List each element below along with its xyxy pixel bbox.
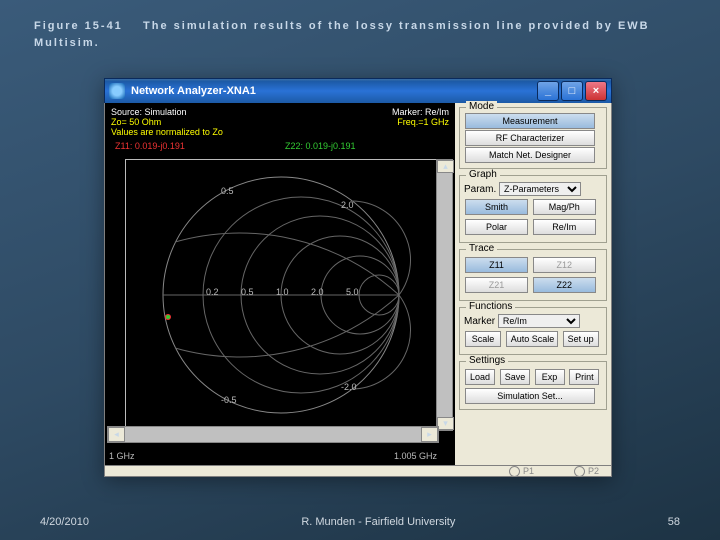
- rf-characterizer-button[interactable]: RF Characterizer: [465, 130, 595, 146]
- marker-label: Marker: [464, 316, 495, 327]
- z22-readout: Z22: 0.019-j0.191: [285, 141, 356, 151]
- tick-x-50: 5.0: [346, 287, 359, 297]
- titlebar[interactable]: Network Analyzer-XNA1 _ □ ×: [104, 78, 612, 103]
- settings-group: Settings Load Save Exp Print Simulation …: [459, 361, 607, 410]
- param-label: Param.: [464, 184, 496, 195]
- z22-button[interactable]: Z22: [533, 277, 596, 293]
- marker-select[interactable]: Re/Im: [498, 314, 580, 328]
- source-label: Source: Simulation: [111, 107, 223, 117]
- settings-label: Settings: [466, 355, 508, 366]
- graph-group: Graph Param. Z-Parameters Smith Mag/Ph P…: [459, 175, 607, 243]
- slide-date: 4/20/2010: [40, 516, 89, 528]
- tick-x-20: 2.0: [311, 287, 324, 297]
- z11-readout: Z11: 0.019-j0.191: [115, 141, 185, 151]
- param-select[interactable]: Z-Parameters: [499, 182, 581, 196]
- tick-x-05: 0.5: [241, 287, 254, 297]
- scrollthumb-v[interactable]: [437, 173, 452, 417]
- polar-button[interactable]: Polar: [465, 219, 528, 235]
- figure-caption: The simulation results of the lossy tran…: [34, 20, 650, 49]
- freq-label: Freq.=1 GHz: [392, 117, 449, 127]
- autoscale-button[interactable]: Auto Scale: [506, 331, 558, 347]
- zo-label: Zo= 50 Ohm: [111, 117, 223, 127]
- save-button[interactable]: Save: [500, 369, 530, 385]
- smith-chart[interactable]: 0.5 2.0 -0.5 -2.0 0.2 0.5 1.0 2.0 5.0: [125, 159, 437, 431]
- scrollthumb-h[interactable]: [125, 427, 421, 442]
- measurement-button[interactable]: Measurement: [465, 113, 595, 129]
- scale-button[interactable]: Scale: [465, 331, 501, 347]
- load-button[interactable]: Load: [465, 369, 495, 385]
- graph-label: Graph: [466, 169, 500, 180]
- close-button[interactable]: ×: [585, 81, 607, 101]
- app-icon: [109, 83, 125, 99]
- scrollbar-vertical[interactable]: ▴ ▾: [436, 159, 453, 431]
- print-button[interactable]: Print: [569, 369, 599, 385]
- control-panel: Mode Measurement RF Characterizer Match …: [455, 103, 611, 465]
- figure-number: Figure 15-41: [34, 20, 123, 32]
- freq-min: 1 GHz: [109, 451, 135, 461]
- maximize-button[interactable]: □: [561, 81, 583, 101]
- trace-label: Trace: [466, 243, 497, 254]
- p2-radio[interactable]: P2: [574, 466, 599, 477]
- mode-group: Mode Measurement RF Characterizer Match …: [459, 107, 607, 169]
- slide-title: Figure 15-41 The simulation results of t…: [34, 18, 686, 51]
- match-net-designer-button[interactable]: Match Net. Designer: [465, 147, 595, 163]
- simulation-set-button[interactable]: Simulation Set...: [465, 388, 595, 404]
- slide-author: R. Munden - Fairfield University: [301, 516, 455, 528]
- reim-button[interactable]: Re/Im: [533, 219, 596, 235]
- freq-max: 1.005 GHz: [394, 451, 437, 461]
- app-window: Network Analyzer-XNA1 _ □ × Source: Simu…: [104, 78, 612, 476]
- norm-label: Values are normalized to Zo: [111, 127, 223, 137]
- smith-button[interactable]: Smith: [465, 199, 528, 215]
- slide-footer: 4/20/2010 R. Munden - Fairfield Universi…: [40, 516, 680, 528]
- scroll-up-button[interactable]: ▴: [437, 160, 454, 173]
- window-title: Network Analyzer-XNA1: [131, 85, 256, 97]
- slide-page: 58: [668, 516, 680, 528]
- scroll-down-button[interactable]: ▾: [437, 417, 454, 430]
- tick-neg-05: -0.5: [221, 395, 237, 405]
- tick-pos-05: 0.5: [221, 186, 234, 196]
- tick-pos-20: 2.0: [341, 200, 354, 210]
- scrollbar-horizontal[interactable]: ◂ ▸: [107, 426, 439, 443]
- tick-x-02: 0.2: [206, 287, 219, 297]
- marker-mode-label: Marker: Re/Im: [392, 107, 449, 117]
- trace-group: Trace Z11 Z12 Z21 Z22: [459, 249, 607, 301]
- z12-button[interactable]: Z12: [533, 257, 596, 273]
- z11-button[interactable]: Z11: [465, 257, 528, 273]
- scroll-right-button[interactable]: ▸: [421, 427, 438, 442]
- magph-button[interactable]: Mag/Ph: [533, 199, 596, 215]
- functions-group: Functions Marker Re/Im Scale Auto Scale …: [459, 307, 607, 355]
- export-button[interactable]: Exp: [535, 369, 565, 385]
- setup-button[interactable]: Set up: [563, 331, 599, 347]
- tick-x-10: 1.0: [276, 287, 289, 297]
- mode-label: Mode: [466, 101, 497, 112]
- tick-neg-20: -2.0: [341, 382, 357, 392]
- z21-button[interactable]: Z21: [465, 277, 528, 293]
- minimize-button[interactable]: _: [537, 81, 559, 101]
- p1-radio[interactable]: P1: [509, 466, 534, 477]
- functions-label: Functions: [466, 301, 515, 312]
- scroll-left-button[interactable]: ◂: [108, 427, 125, 442]
- status-bar: P1 P2: [104, 466, 612, 477]
- plot-pane: Source: Simulation Zo= 50 Ohm Values are…: [105, 103, 455, 465]
